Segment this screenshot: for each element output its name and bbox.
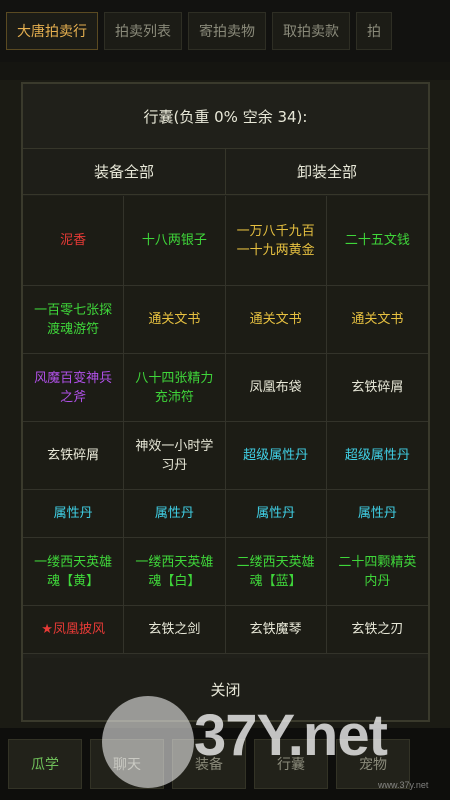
inventory-item[interactable]: 通关文书	[225, 286, 327, 354]
tab-collect-payment[interactable]: 取拍卖款	[272, 12, 350, 50]
inventory-item[interactable]: 玄铁碎屑	[326, 354, 428, 422]
inventory-item[interactable]: 风魔百变神兵之斧	[23, 354, 125, 422]
unequip-all-button[interactable]: 卸装全部	[226, 149, 428, 195]
inventory-item[interactable]: 一万八千九百一十九两黄金	[225, 196, 327, 286]
inventory-item[interactable]: 属性丹	[124, 490, 226, 538]
item-grid: 泥香 十八两银子 一万八千九百一十九两黄金 二十五文钱 一百零七张探渡魂游符 通关文书 通关…	[23, 196, 428, 654]
inventory-item[interactable]: 通关文书	[326, 286, 428, 354]
dialog-title: 行囊(负重 0% 空余 34):	[23, 84, 428, 149]
tab-auction-list[interactable]: 拍卖列表	[104, 12, 182, 50]
inventory-item[interactable]: 通关文书	[124, 286, 226, 354]
bottom-tab-1[interactable]: 瓜学	[8, 739, 82, 789]
inventory-item[interactable]: 二十五文钱	[326, 196, 428, 286]
tab-consign-item[interactable]: 寄拍卖物	[188, 12, 266, 50]
tab-more[interactable]: 拍	[356, 12, 392, 50]
inventory-item[interactable]: 超级属性丹	[225, 422, 327, 490]
watermark-sub: www.37y.net	[378, 780, 429, 790]
watermark-text: 37Y.net	[194, 703, 388, 768]
inventory-item[interactable]: 玄铁碎屑	[23, 422, 125, 490]
inventory-item[interactable]: 二缕西天英雄魂【蓝】	[225, 538, 327, 606]
inventory-item[interactable]: 玄铁之剑	[124, 606, 226, 654]
top-tab-bar: 大唐拍卖行 拍卖列表 寄拍卖物 取拍卖款 拍	[0, 0, 450, 62]
inventory-item[interactable]: 一缕西天英雄魂【白】	[124, 538, 226, 606]
equip-all-button[interactable]: 装备全部	[23, 149, 226, 195]
inventory-item[interactable]: ★凤凰披风	[23, 606, 125, 654]
inventory-item[interactable]: 超级属性丹	[326, 422, 428, 490]
inventory-item[interactable]: 八十四张精力充沛符	[124, 354, 226, 422]
inventory-item[interactable]: 属性丹	[23, 490, 125, 538]
watermark: 37Y.net www.37y.net	[102, 692, 432, 792]
background-strip	[0, 62, 450, 80]
inventory-item[interactable]: 泥香	[23, 196, 125, 286]
inventory-item[interactable]: 玄铁之刃	[326, 606, 428, 654]
inventory-item[interactable]: 一百零七张探渡魂游符	[23, 286, 125, 354]
inventory-item[interactable]: 属性丹	[326, 490, 428, 538]
inventory-item[interactable]: 十八两银子	[124, 196, 226, 286]
inventory-item[interactable]: 一缕西天英雄魂【黄】	[23, 538, 125, 606]
watermark-logo-icon	[102, 696, 194, 788]
inventory-item[interactable]: 二十四颗精英内丹	[326, 538, 428, 606]
inventory-item[interactable]: 属性丹	[225, 490, 327, 538]
inventory-item[interactable]: 凤凰布袋	[225, 354, 327, 422]
inventory-item[interactable]: 玄铁魔琴	[225, 606, 327, 654]
action-row: 装备全部 卸装全部	[23, 149, 428, 195]
tab-auction-house[interactable]: 大唐拍卖行	[6, 12, 98, 50]
inventory-item[interactable]: 神效一小时学习丹	[124, 422, 226, 490]
inventory-dialog: 行囊(负重 0% 空余 34): 装备全部 卸装全部 泥香 十八两银子 一万八千九百…	[21, 82, 430, 722]
